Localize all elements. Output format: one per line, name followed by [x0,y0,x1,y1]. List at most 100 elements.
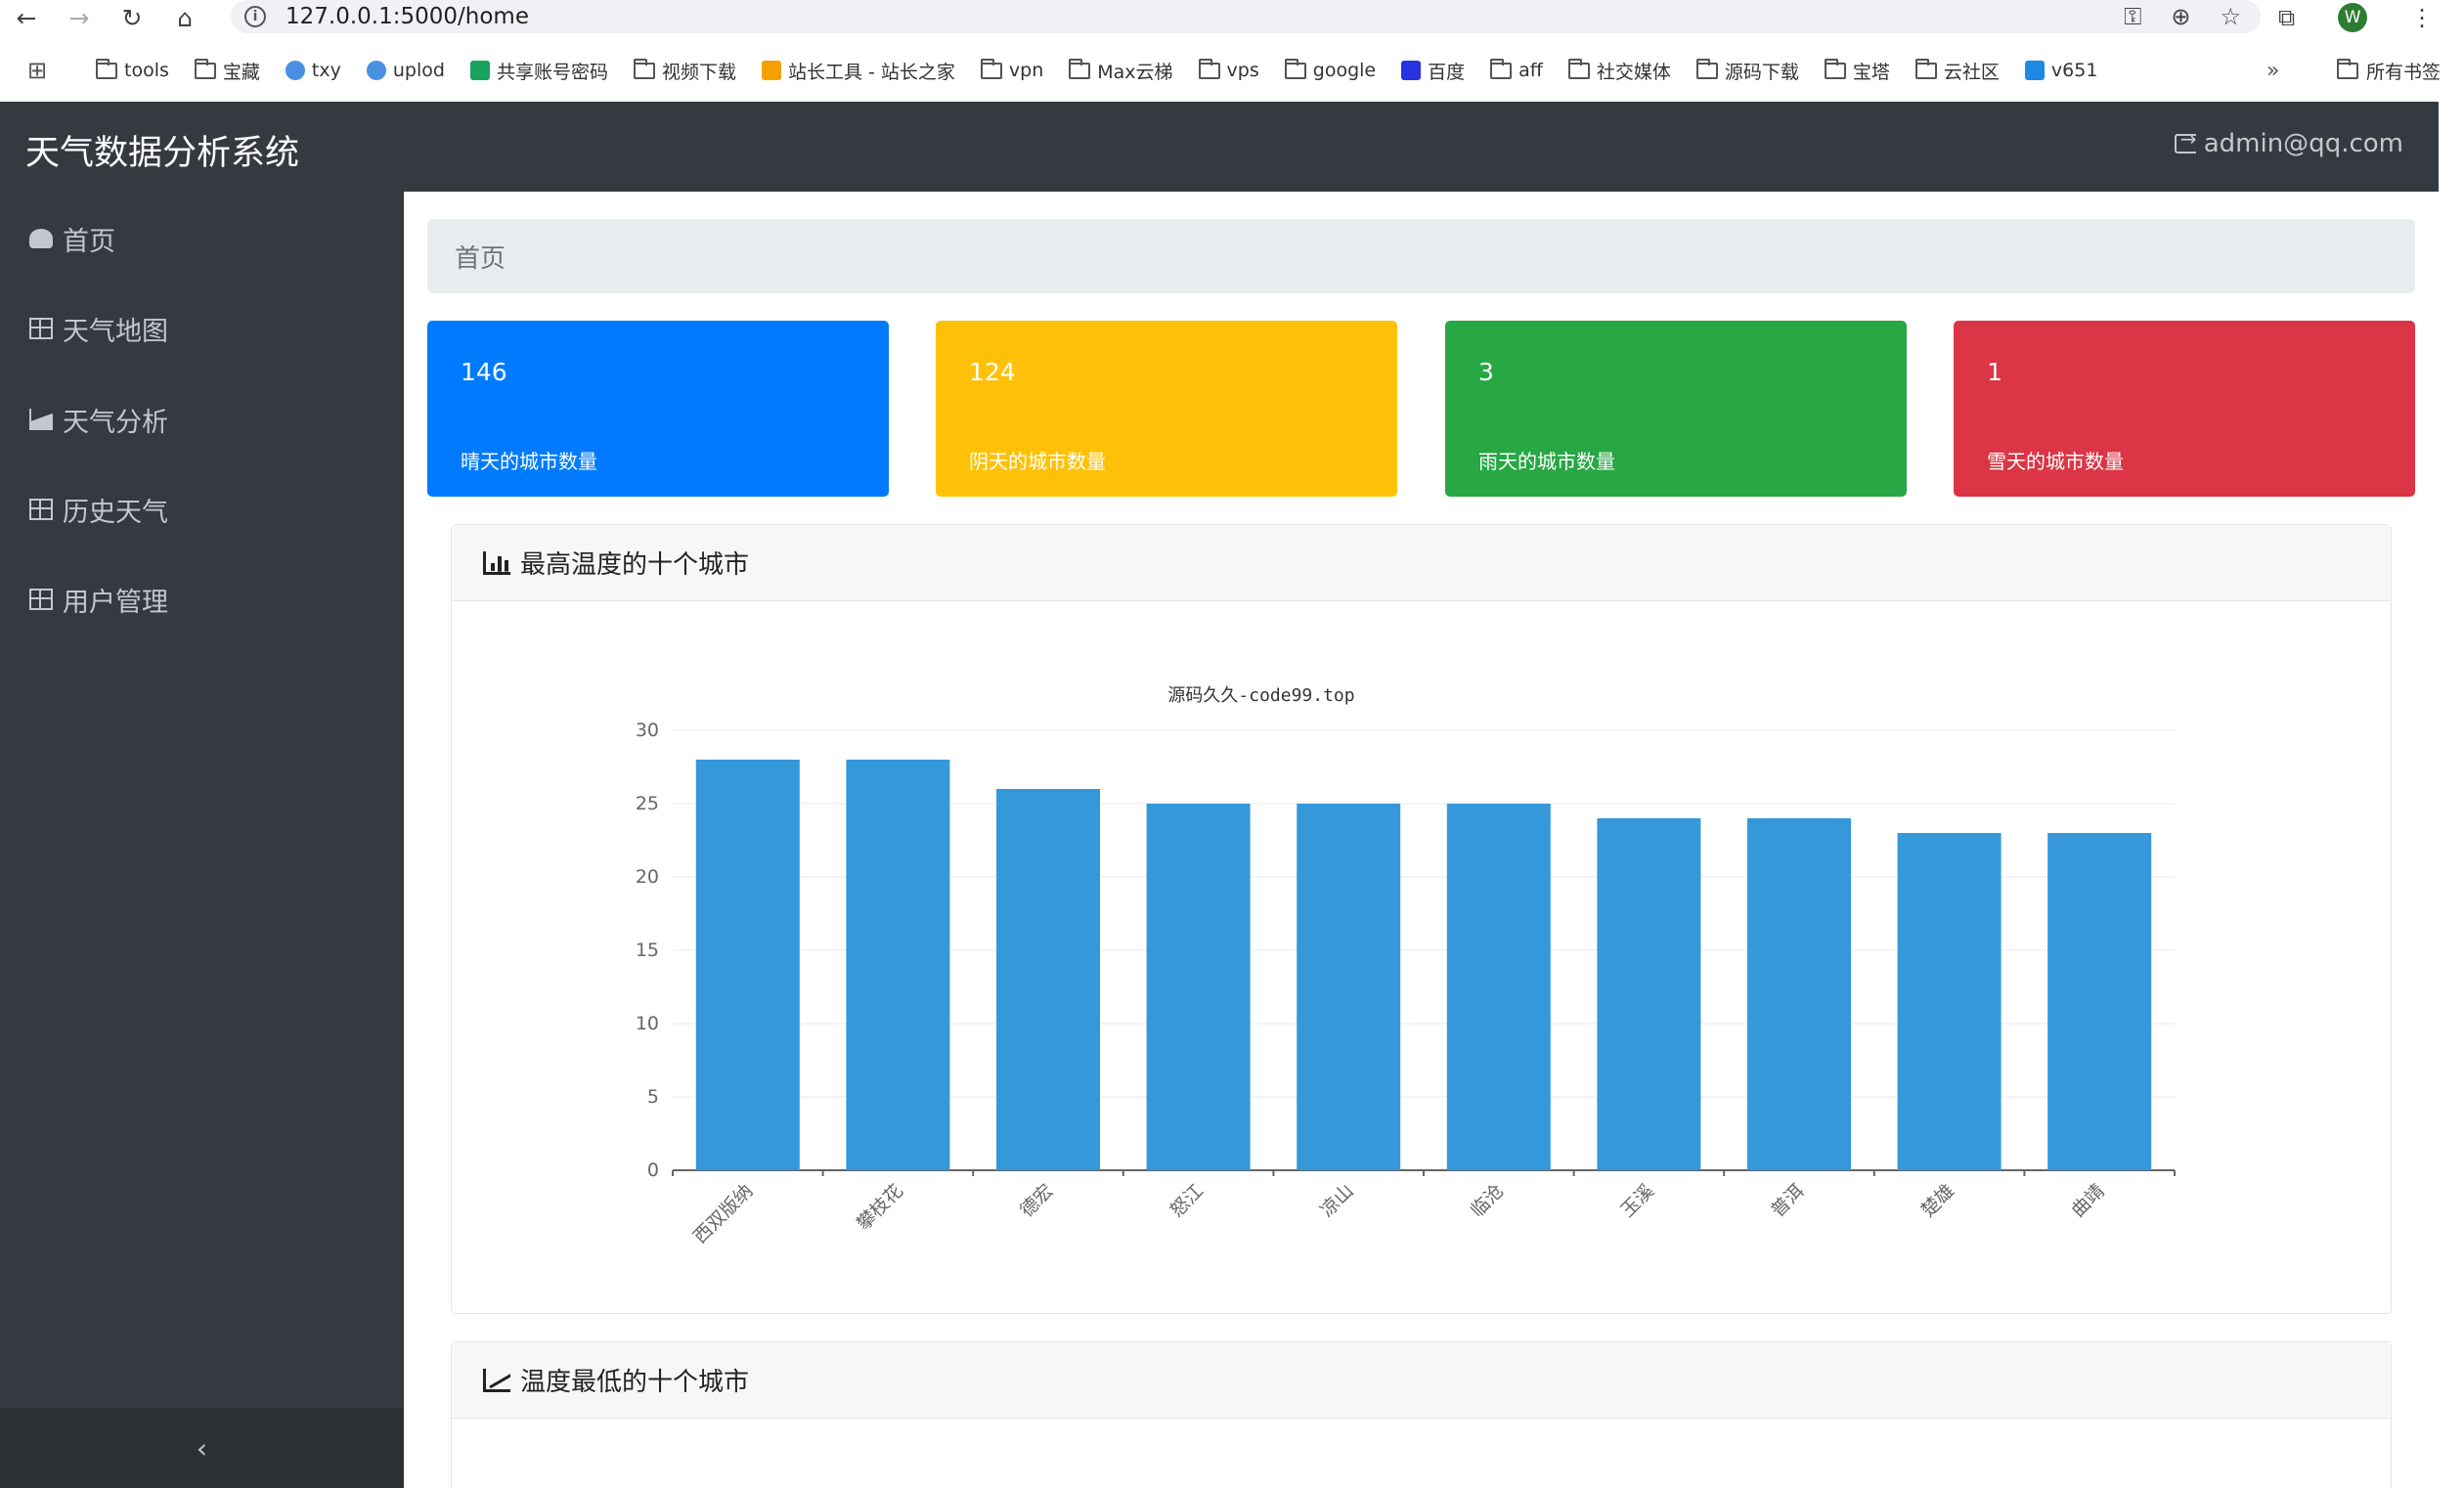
bookmark-item[interactable]: google [1284,58,1377,81]
brand-title[interactable]: 天气数据分析系统 [25,125,299,175]
reload-icon[interactable]: ↻ [106,0,158,35]
folder-icon [1914,58,1937,79]
folder-icon [1824,58,1846,79]
table-icon [29,589,53,610]
bar[interactable] [2047,833,2152,1170]
star-icon[interactable]: ☆ [2220,3,2241,30]
sidebar-item-history-weather[interactable]: 历史天气 [29,490,168,529]
x-tick-label: 曲靖 [2067,1180,2108,1221]
cloud-icon [285,61,305,80]
apps-grid-icon[interactable]: ⊞ [27,55,47,86]
zoom-icon[interactable]: ⊕ [2171,3,2190,30]
folder-icon [1284,58,1306,79]
sunny-cities-card[interactable]: 146 晴天的城市数量 [427,321,889,497]
breadcrumb: 首页 [427,219,2415,293]
stat-label: 晴天的城市数量 [461,450,597,473]
bookmark-item[interactable]: v651 [2024,60,2097,81]
stat-value: 3 [1478,358,1494,386]
top-navbar: 天气数据分析系统 admin@qq.com [0,102,2439,192]
bar[interactable] [1597,818,1701,1170]
bar[interactable] [695,760,800,1170]
y-tick-label: 5 [647,1086,659,1108]
max-temp-chart: 源码久久-code99.top 0 5 10 15 20 25 30 西双版纳 攀枝花 德宏 怒江 凉山… [636,685,2176,1247]
y-tick-label: 30 [636,720,659,741]
x-tick-label: 临沧 [1467,1180,1508,1221]
y-tick-label: 10 [636,1013,659,1034]
profile-avatar[interactable]: W [2338,3,2368,32]
bookmark-item[interactable]: 源码下载 [1695,58,1799,84]
sidebar-item-label: 天气分析 [63,407,168,438]
bookmark-item[interactable]: txy [285,60,341,81]
bookmark-label: tools [124,60,169,81]
sidebar-item-weather-map[interactable]: 天气地图 [29,309,168,348]
bookmark-item[interactable]: 社交媒体 [1567,58,1671,84]
y-tick-label: 0 [647,1160,659,1181]
bar[interactable] [996,789,1100,1170]
user-email: admin@qq.com [2203,129,2403,158]
bookmarks-bar: ⊞ tools 宝藏 txy uplod 共享账号密码 视频下载 站长工具 - 站长之家 vp… [0,55,2464,86]
user-logout-link[interactable]: admin@qq.com [2174,127,2403,158]
card-header: 温度最低的十个城市 [452,1342,2391,1419]
stat-value: 146 [461,358,507,386]
sidebar-collapse-button[interactable]: ‹ [0,1408,404,1488]
site-info-icon[interactable]: i [244,6,266,27]
forward-icon[interactable]: → [53,0,106,35]
rainy-cities-card[interactable]: 3 雨天的城市数量 [1445,321,1907,497]
bookmark-item[interactable]: 站长工具 - 站长之家 [761,58,955,84]
bar[interactable] [1297,804,1401,1170]
stat-label: 阴天的城市数量 [969,450,1106,473]
folder-icon [96,58,117,79]
x-tick-label: 凉山 [1316,1180,1357,1221]
folder-icon [1490,58,1513,79]
card-header: 最高温度的十个城市 [452,525,2391,601]
bookmark-item[interactable]: 宝藏 [194,58,260,84]
bookmark-label: 视频下载 [661,61,736,83]
bookmark-item[interactable]: uplod [366,60,445,81]
bookmark-label: 云社区 [1943,61,2000,83]
bar[interactable] [846,760,950,1170]
more-bookmarks-button[interactable]: » [2266,55,2279,86]
url-text[interactable]: 127.0.0.1:5000/home [286,4,529,29]
bookmark-item[interactable]: vps [1198,58,1259,81]
bookmark-item[interactable]: vpn [980,58,1044,81]
home-icon[interactable]: ⌂ [158,0,211,35]
bar[interactable] [1747,818,1851,1170]
area-chart-icon [29,409,53,430]
site-icon [761,61,781,80]
x-tick-label: 玉溪 [1616,1180,1657,1221]
key-icon[interactable]: ⚿ [2124,3,2141,30]
bar[interactable] [1897,833,2002,1170]
dashboard-icon [29,229,53,248]
stat-value: 1 [1987,358,2002,386]
extensions-icon[interactable]: ⧉ [2278,4,2295,31]
bar[interactable] [1446,804,1551,1170]
sidebar-item-weather-analysis[interactable]: 天气分析 [29,400,168,439]
bookmark-label: 社交媒体 [1596,61,1671,83]
table-icon [29,499,53,520]
all-bookmarks[interactable]: 所有书签 [2337,55,2441,86]
table-icon [29,318,53,339]
bookmark-list: tools 宝藏 txy uplod 共享账号密码 视频下载 站长工具 - 站长之家 vpn M… [96,55,2097,86]
cloudy-cities-card[interactable]: 124 阴天的城市数量 [936,321,1397,497]
bookmark-item[interactable]: 视频下载 [633,58,736,84]
sidebar-item-home[interactable]: 首页 [29,219,115,258]
folder-icon [2337,58,2358,79]
back-icon[interactable]: ← [0,0,53,35]
bookmark-item[interactable]: 云社区 [1914,58,2000,84]
max-temp-card: 最高温度的十个城市 源码久久-code99.top 0 5 10 15 20 25 30 西双版… [451,524,2392,1314]
sidebar-item-label: 历史天气 [63,497,168,528]
snowy-cities-card[interactable]: 1 雪天的城市数量 [1954,321,2415,497]
bookmark-item[interactable]: 百度 [1401,58,1465,84]
address-bar[interactable]: i 127.0.0.1:5000/home ⚿ ⊕ ☆ [231,0,2261,33]
bar[interactable] [1146,804,1251,1170]
bookmark-item[interactable]: 共享账号密码 [469,58,608,84]
sidebar-item-user-management[interactable]: 用户管理 [29,580,168,619]
bookmark-item[interactable]: 宝塔 [1824,58,1890,84]
bookmark-label: google [1312,60,1377,81]
bookmark-label: vpn [1008,60,1044,81]
bookmark-item[interactable]: tools [96,58,169,81]
x-tick-label: 普洱 [1767,1180,1808,1221]
bookmark-item[interactable]: Max云梯 [1069,58,1173,84]
menu-icon[interactable]: ⋮ [2410,4,2434,31]
bookmark-item[interactable]: aff [1490,58,1543,81]
